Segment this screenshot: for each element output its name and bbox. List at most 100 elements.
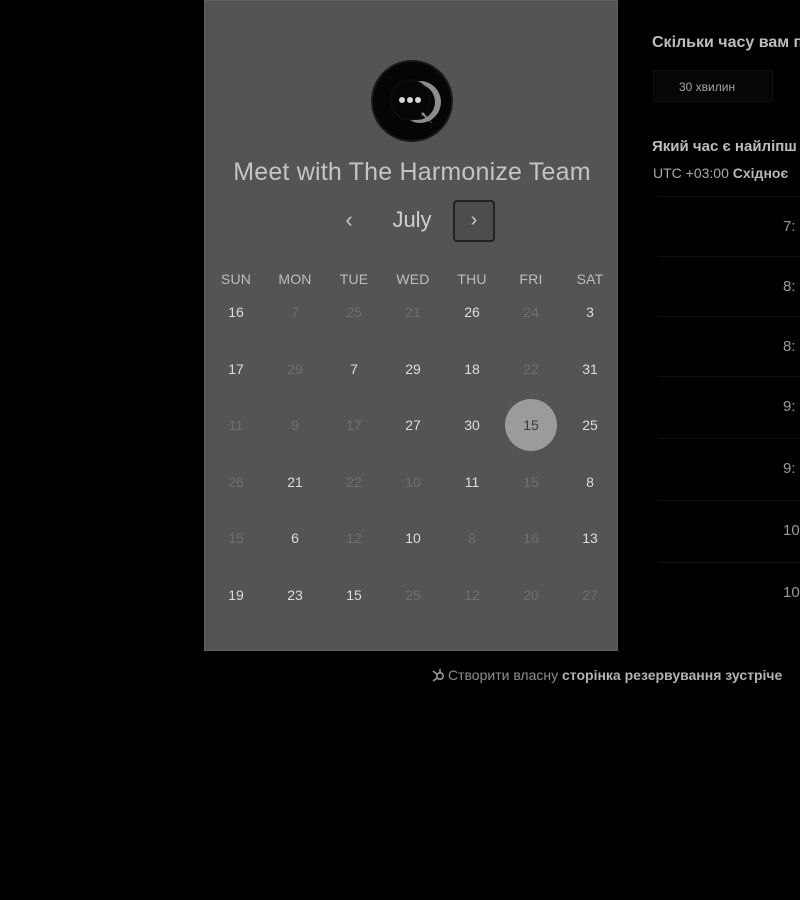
calendar-day-number: 15 <box>346 587 362 603</box>
time-slot[interactable]: 7: <box>658 196 800 252</box>
calendar-day-number: 6 <box>291 530 299 546</box>
footer-prefix: Створити власну <box>448 667 563 683</box>
calendar-day-number: 26 <box>464 304 480 320</box>
time-question: Який час є найліпш <box>652 138 797 155</box>
time-slot[interactable]: 10 <box>658 562 800 618</box>
calendar-day-number: 15 <box>523 474 539 490</box>
calendar-day-number: 15 <box>228 530 244 546</box>
calendar-panel: Meet with The Harmonize Team ‹ July › SU… <box>204 0 618 651</box>
calendar-day-number: 12 <box>464 587 480 603</box>
calendar-day[interactable]: 11 <box>443 454 501 510</box>
timezone-offset: UTC +03:00 <box>653 165 733 181</box>
time-slot[interactable]: 8: <box>658 316 800 372</box>
calendar-day-number: 25 <box>346 304 362 320</box>
time-slot[interactable]: 8: <box>658 256 800 312</box>
calendar-day[interactable]: 17 <box>207 341 265 397</box>
calendar-day-number: 3 <box>586 304 594 320</box>
calendar-day-number: 30 <box>464 417 480 433</box>
calendar-day[interactable]: 26 <box>443 284 501 340</box>
calendar-day-number: 10 <box>405 530 421 546</box>
prev-month-button[interactable]: ‹ <box>335 207 363 235</box>
calendar-day-number: 9 <box>291 417 299 433</box>
calendar-day[interactable]: 16 <box>207 284 265 340</box>
calendar-day-number: 8 <box>586 474 594 490</box>
calendar-grid: 16 7 25 21 26 24 3 17 29 7 29 18 22 31 11 9 17 27 30 15 25 26… <box>207 284 619 624</box>
calendar-day-number: 7 <box>350 361 358 377</box>
calendar-day: 21 <box>384 284 442 340</box>
calendar-day[interactable]: 19 <box>207 567 265 623</box>
time-slot-label: 9: <box>783 398 796 415</box>
calendar-day: 22 <box>502 341 560 397</box>
calendar-day-number: 17 <box>228 361 244 377</box>
calendar-day-number: 16 <box>523 530 539 546</box>
calendar-day: 29 <box>266 341 324 397</box>
calendar-day: 27 <box>561 567 619 623</box>
calendar-day[interactable]: 13 <box>561 510 619 566</box>
company-logo <box>371 60 453 142</box>
calendar-day[interactable]: 18 <box>443 341 501 397</box>
calendar-day-number: 12 <box>346 530 362 546</box>
calendar-day: 12 <box>443 567 501 623</box>
time-slot[interactable]: 9: <box>658 438 800 494</box>
calendar-day: 10 <box>384 454 442 510</box>
month-navigation: ‹ July › <box>205 199 619 245</box>
calendar-day-number: 16 <box>228 304 244 320</box>
booking-page: Meet with The Harmonize Team ‹ July › SU… <box>0 0 800 900</box>
footer-create-link[interactable]: Створити власну сторінка резервування зу… <box>430 667 782 683</box>
calendar-day[interactable]: 25 <box>561 397 619 453</box>
calendar-day[interactable]: 21 <box>266 454 324 510</box>
calendar-day: 12 <box>325 510 383 566</box>
calendar-day: 8 <box>443 510 501 566</box>
calendar-day-number: 18 <box>464 361 480 377</box>
calendar-day-number: 19 <box>228 587 244 603</box>
calendar-day[interactable]: 30 <box>443 397 501 453</box>
calendar-day-number: 22 <box>346 474 362 490</box>
time-slot[interactable]: 9: <box>658 376 800 432</box>
calendar-day[interactable]: 23 <box>266 567 324 623</box>
calendar-day-number: 29 <box>405 361 421 377</box>
calendar-day-number: 24 <box>523 304 539 320</box>
calendar-day[interactable]: 27 <box>384 397 442 453</box>
duration-question: Скільки часу вам п <box>652 34 800 51</box>
calendar-day[interactable]: 29 <box>384 341 442 397</box>
calendar-day-number: 27 <box>405 417 421 433</box>
meeting-title: Meet with The Harmonize Team <box>233 158 591 186</box>
duration-option[interactable]: 30 хвилин <box>653 70 773 102</box>
calendar-day[interactable]: 31 <box>561 341 619 397</box>
time-slot-label: 10 <box>783 584 800 601</box>
calendar-day[interactable]: 10 <box>384 510 442 566</box>
timezone-selector[interactable]: UTC +03:00 Східноє <box>653 165 788 181</box>
calendar-day-number: 8 <box>468 530 476 546</box>
calendar-day[interactable]: 3 <box>561 284 619 340</box>
time-slot-label: 8: <box>783 338 796 355</box>
calendar-day: 25 <box>384 567 442 623</box>
calendar-day-number: 25 <box>405 587 421 603</box>
time-slot-label: 8: <box>783 278 796 295</box>
calendar-day: 25 <box>325 284 383 340</box>
calendar-day: 16 <box>502 510 560 566</box>
month-label: July <box>392 207 432 232</box>
time-slot-label: 10 <box>783 522 800 539</box>
calendar-day-number: 23 <box>287 587 303 603</box>
calendar-day: 24 <box>502 284 560 340</box>
calendar-day[interactable]: 15 <box>325 567 383 623</box>
calendar-day[interactable]: 6 <box>266 510 324 566</box>
time-slot[interactable]: 10 <box>658 500 800 556</box>
footer-link[interactable]: сторінка резервування зустріче <box>562 667 782 683</box>
calendar-day[interactable]: 7 <box>325 341 383 397</box>
calendar-day-number: 11 <box>228 417 244 433</box>
calendar-day-number: 29 <box>287 361 303 377</box>
next-month-button[interactable]: › <box>453 200 495 242</box>
booking-options-panel: Скільки часу вам п 30 хвилин Який час є … <box>618 0 800 651</box>
hubspot-sprocket-icon <box>432 669 445 682</box>
calendar-day: 7 <box>266 284 324 340</box>
calendar-day[interactable]: 8 <box>561 454 619 510</box>
calendar-day: 15 <box>207 510 265 566</box>
calendar-day-number: 15 <box>523 417 539 433</box>
calendar-day-number: 27 <box>582 587 598 603</box>
calendar-day-number: 11 <box>464 474 480 490</box>
calendar-day-selected[interactable]: 15 <box>502 397 560 453</box>
timezone-name: Східноє <box>732 165 789 181</box>
duration-value: 30 хвилин <box>679 80 736 94</box>
time-slot-label: 7: <box>783 218 796 235</box>
